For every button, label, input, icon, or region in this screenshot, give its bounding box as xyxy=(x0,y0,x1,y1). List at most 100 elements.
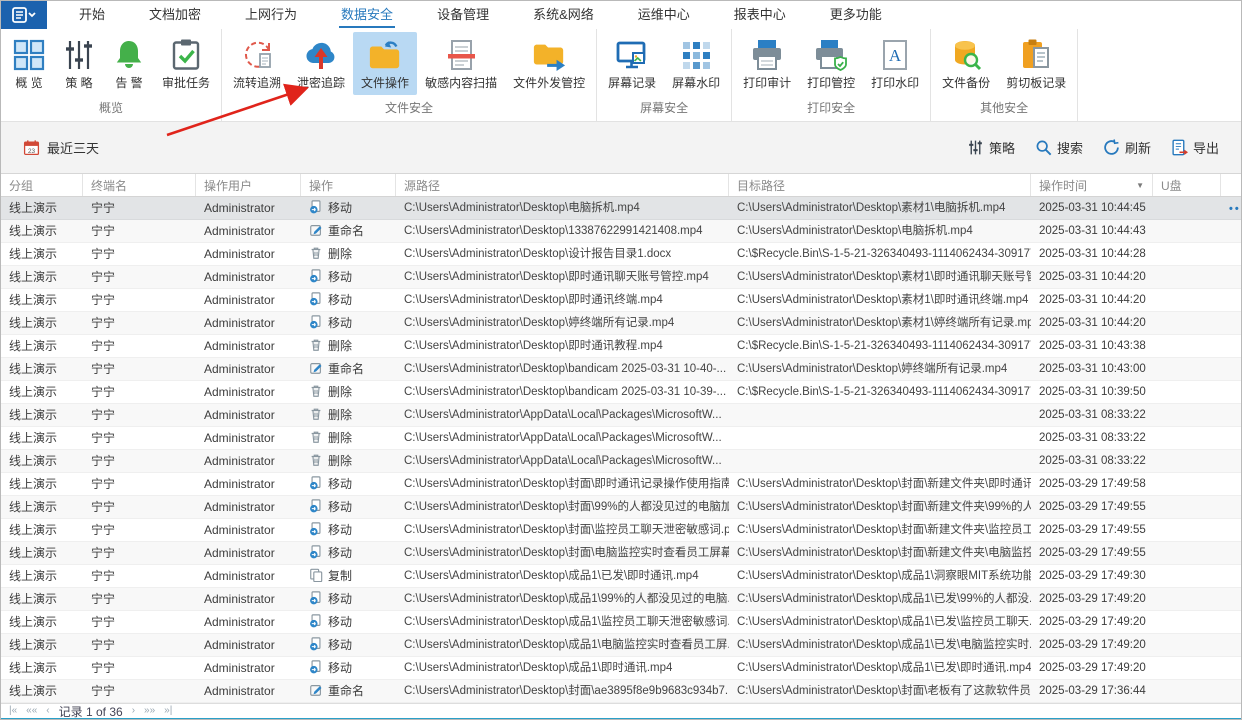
table-row[interactable]: 线上演示宁宁Administrator移动C:\Users\Administra… xyxy=(1,289,1241,312)
ribbon-button-clipboard-record[interactable]: 剪切板记录 xyxy=(998,32,1074,95)
operation-label: 移动 xyxy=(328,615,352,629)
toolbar-action-export[interactable]: 导出 xyxy=(1171,138,1219,157)
table-row[interactable]: 线上演示宁宁Administrator重命名C:\Users\Administr… xyxy=(1,680,1241,703)
table-row[interactable]: 线上演示宁宁Administrator删除C:\Users\Administra… xyxy=(1,243,1241,266)
menu-tab-8[interactable]: 报表中心 xyxy=(712,1,808,29)
menu-tab-6[interactable]: 系统&网络 xyxy=(511,1,616,29)
cell-source-path: C:\Users\Administrator\Desktop\成品1\电脑监控实… xyxy=(396,634,729,656)
column-header-3[interactable]: 操作用户 xyxy=(196,174,301,196)
op-rename-icon xyxy=(309,223,323,237)
ribbon-button-approval-clipboard[interactable]: 审批任务 xyxy=(154,32,218,95)
menu-tab-9[interactable]: 更多功能 xyxy=(808,1,904,29)
table-row[interactable]: 线上演示宁宁Administrator删除C:\Users\Administra… xyxy=(1,335,1241,358)
ribbon-button-flow-trace[interactable]: 流转追溯 xyxy=(225,32,289,95)
cell-user: Administrator xyxy=(196,381,301,403)
menu-tab-4[interactable]: 数据安全 xyxy=(319,1,415,29)
cell-operation: 移动 xyxy=(301,496,396,518)
column-header-6[interactable]: 目标路径 xyxy=(729,174,1031,196)
ribbon-button-file-backup[interactable]: 文件备份 xyxy=(934,32,998,95)
cell-terminal: 宁宁 xyxy=(83,197,196,219)
column-header-7[interactable]: 操作时间▼ xyxy=(1031,174,1153,196)
menu-tab-7[interactable]: 运维中心 xyxy=(616,1,712,29)
table-row[interactable]: 线上演示宁宁Administrator删除C:\Users\Administra… xyxy=(1,427,1241,450)
menu-tab-3[interactable]: 上网行为 xyxy=(223,1,319,29)
file-operation-icon xyxy=(368,38,402,72)
cell-user: Administrator xyxy=(196,519,301,541)
ribbon-button-policy-sliders[interactable]: 策 略 xyxy=(54,32,104,95)
cell-terminal: 宁宁 xyxy=(83,611,196,633)
table-row[interactable]: 线上演示宁宁Administrator删除C:\Users\Administra… xyxy=(1,450,1241,473)
toolbar-action-search[interactable]: 搜索 xyxy=(1035,138,1083,157)
ribbon-button-screen-watermark[interactable]: 屏幕水印 xyxy=(664,32,728,95)
table-row[interactable]: 线上演示宁宁Administrator移动C:\Users\Administra… xyxy=(1,588,1241,611)
cell-group: 线上演示 xyxy=(1,243,83,265)
table-row[interactable]: 线上演示宁宁Administrator移动C:\Users\Administra… xyxy=(1,519,1241,542)
op-move-icon xyxy=(309,269,323,283)
column-header-label: 目标路径 xyxy=(737,177,785,194)
cell-usb xyxy=(1153,657,1221,679)
table-row[interactable]: 线上演示宁宁Administrator移动C:\Users\Administra… xyxy=(1,266,1241,289)
ribbon-button-label: 告 警 xyxy=(115,77,142,90)
cell-usb xyxy=(1153,197,1221,219)
cell-target-path: C:\Users\Administrator\Desktop\素材1\婷终端所有… xyxy=(729,312,1031,334)
fast-next-icon[interactable]: »» xyxy=(144,704,155,718)
sort-caret-icon[interactable]: ▼ xyxy=(1136,181,1144,190)
cell-row-menu xyxy=(1221,427,1242,449)
ribbon-button-print-watermark[interactable]: A打印水印 xyxy=(863,32,927,95)
fast-prev-icon[interactable]: «« xyxy=(26,704,37,718)
cell-group: 线上演示 xyxy=(1,496,83,518)
table-row[interactable]: 线上演示宁宁Administrator重命名C:\Users\Administr… xyxy=(1,220,1241,243)
row-more-menu[interactable]: ••• xyxy=(1229,203,1242,215)
table-row[interactable]: 线上演示宁宁Administrator移动C:\Users\Administra… xyxy=(1,657,1241,680)
column-header-2[interactable]: 终端名 xyxy=(83,174,196,196)
ribbon-button-print-audit[interactable]: 打印审计 xyxy=(735,32,799,95)
app-menu-button[interactable] xyxy=(1,1,47,29)
column-header-5[interactable]: 源路径 xyxy=(396,174,729,196)
ribbon-button-screen-record[interactable]: 屏幕记录 xyxy=(600,32,664,95)
next-page-icon[interactable]: › xyxy=(132,704,135,718)
table-row[interactable]: 线上演示宁宁Administrator移动C:\Users\Administra… xyxy=(1,473,1241,496)
date-range-filter[interactable]: 23 最近三天 xyxy=(23,138,99,157)
cell-user: Administrator xyxy=(196,565,301,587)
date-range-label: 最近三天 xyxy=(47,138,99,157)
ribbon-button-file-operation[interactable]: 文件操作 xyxy=(353,32,417,95)
column-header-9[interactable] xyxy=(1221,174,1242,196)
table-row[interactable]: 线上演示宁宁Administrator移动C:\Users\Administra… xyxy=(1,542,1241,565)
operation-label: 移动 xyxy=(328,546,352,560)
table-row[interactable]: 线上演示宁宁Administrator复制C:\Users\Administra… xyxy=(1,565,1241,588)
cell-row-menu xyxy=(1221,312,1242,334)
menu-tab-5[interactable]: 设备管理 xyxy=(415,1,511,29)
toolbar-action-policy-sliders-small[interactable]: 策略 xyxy=(967,138,1015,157)
menu-tab-2[interactable]: 文档加密 xyxy=(127,1,223,29)
table-row[interactable]: 线上演示宁宁Administrator删除C:\Users\Administra… xyxy=(1,404,1241,427)
ribbon-button-sensitive-scan[interactable]: 敏感内容扫描 xyxy=(417,32,505,95)
table-row[interactable]: 线上演示宁宁Administrator移动C:\Users\Administra… xyxy=(1,312,1241,335)
ribbon-button-leak-trace[interactable]: 泄密追踪 xyxy=(289,32,353,95)
cell-usb xyxy=(1153,496,1221,518)
last-page-icon[interactable]: »| xyxy=(164,704,172,718)
prev-page-icon[interactable]: ‹ xyxy=(46,704,49,718)
ribbon-button-alert-bell[interactable]: 告 警 xyxy=(104,32,154,95)
cell-time: 2025-03-29 17:36:44 xyxy=(1031,680,1153,702)
table-row[interactable]: 线上演示宁宁Administrator重命名C:\Users\Administr… xyxy=(1,358,1241,381)
column-header-8[interactable]: U盘 xyxy=(1153,174,1221,196)
column-header-1[interactable]: 分组 xyxy=(1,174,83,196)
ribbon-button-overview-grid[interactable]: 概 览 xyxy=(4,32,54,95)
table-row[interactable]: 线上演示宁宁Administrator移动C:\Users\Administra… xyxy=(1,634,1241,657)
approval-clipboard-icon xyxy=(169,38,203,72)
table-row[interactable]: 线上演示宁宁Administrator移动C:\Users\Administra… xyxy=(1,496,1241,519)
ribbon-button-print-control[interactable]: 打印管控 xyxy=(799,32,863,95)
cell-target-path: C:\Users\Administrator\Desktop\成品1\已发\99… xyxy=(729,588,1031,610)
table-row[interactable]: 线上演示宁宁Administrator删除C:\Users\Administra… xyxy=(1,381,1241,404)
cell-user: Administrator xyxy=(196,197,301,219)
ribbon-button-label: 泄密追踪 xyxy=(297,77,345,90)
table-row[interactable]: 线上演示宁宁Administrator移动C:\Users\Administra… xyxy=(1,611,1241,634)
table-row[interactable]: 线上演示宁宁Administrator移动C:\Users\Administra… xyxy=(1,197,1241,220)
cell-terminal: 宁宁 xyxy=(83,634,196,656)
column-header-4[interactable]: 操作 xyxy=(301,174,396,196)
ribbon-button-file-outgoing[interactable]: 文件外发管控 xyxy=(505,32,593,95)
overview-grid-icon xyxy=(12,38,46,72)
first-page-icon[interactable]: |« xyxy=(9,704,17,718)
menu-tab-1[interactable]: 开始 xyxy=(57,1,127,29)
toolbar-action-refresh[interactable]: 刷新 xyxy=(1103,138,1151,157)
